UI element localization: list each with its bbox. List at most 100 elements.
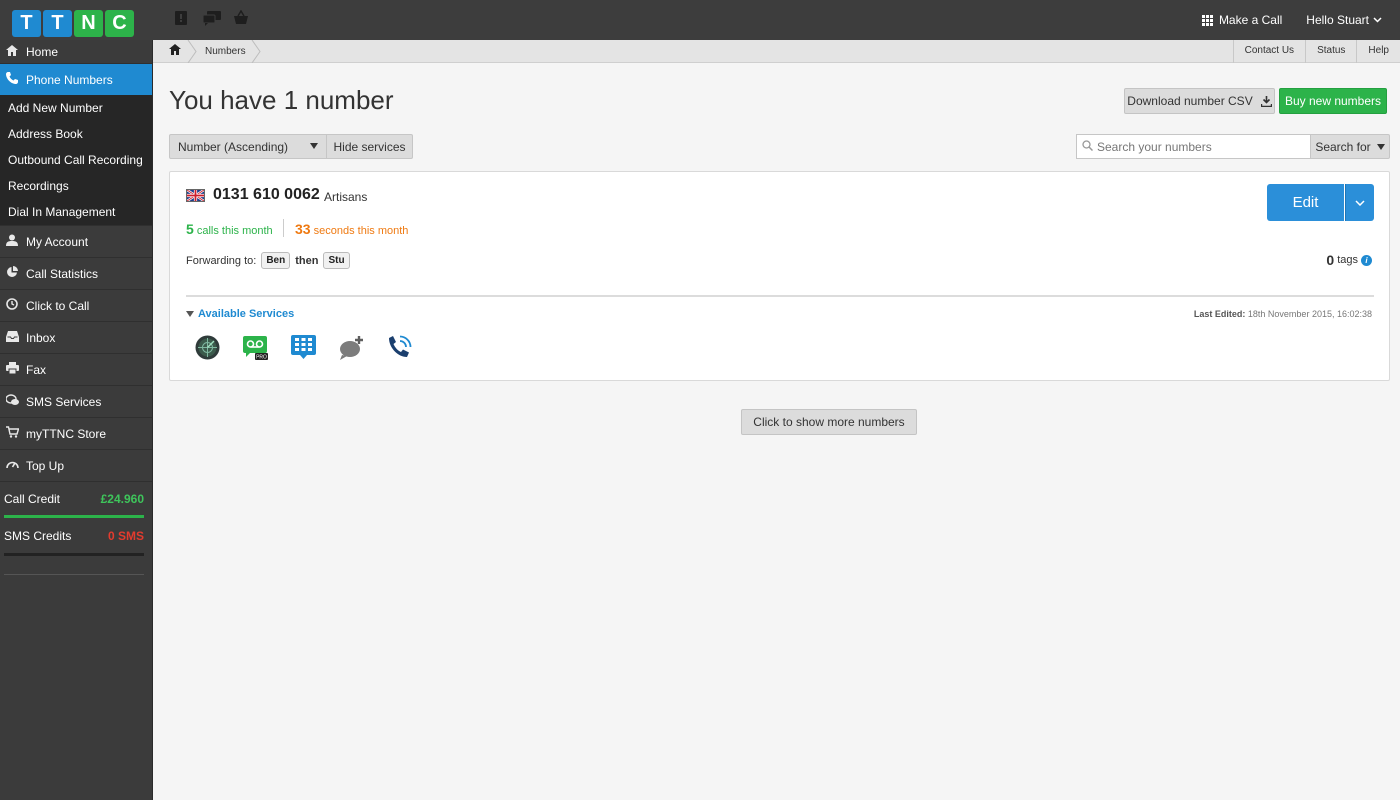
sidebar-item-click-to-call[interactable]: Click to Call — [0, 289, 152, 321]
download-csv-button[interactable]: Download number CSV — [1124, 88, 1275, 114]
sidebar-item-top-up[interactable]: Top Up — [0, 449, 152, 481]
sidebar-item-label: Inbox — [26, 330, 56, 345]
tags-label: tags — [1337, 254, 1358, 266]
caret-down-icon — [1376, 143, 1385, 150]
sms-credit-label: SMS Credits — [4, 529, 72, 543]
phone-numbers-submenu: Add New Number Address Book Outbound Cal… — [0, 95, 152, 225]
cart-icon — [4, 426, 20, 441]
sms-credit-value: 0 SMS — [107, 529, 144, 543]
services-list: PRO — [194, 334, 413, 361]
top-bar: T T N C Make a Call Hello Stuart — [0, 0, 1400, 40]
sidebar-item-label: My Account — [26, 234, 89, 249]
make-a-call-label: Make a Call — [1218, 13, 1283, 27]
sidebar-subitem-dial-in-management[interactable]: Dial In Management — [0, 199, 152, 225]
caret-down-icon — [310, 143, 318, 149]
edit-button[interactable]: Edit — [1267, 184, 1344, 221]
chevron-down-icon — [1355, 199, 1365, 206]
chevron-down-icon — [1373, 15, 1382, 26]
sidebar: Home Phone Numbers Add New Number Addres… — [0, 40, 153, 800]
make-a-call-button[interactable]: Make a Call — [1201, 13, 1283, 27]
ttnc-logo[interactable]: T T N C — [12, 10, 134, 37]
user-greeting: Hello Stuart — [1306, 13, 1369, 27]
logo-letter: C — [105, 10, 134, 37]
page-title: You have 1 number — [169, 85, 394, 115]
seconds-this-month: 33 seconds this month — [295, 221, 408, 237]
sidebar-item-label: Click to Call — [26, 298, 90, 313]
sidebar-item-label: Fax — [26, 362, 47, 377]
sort-value: Number (Ascending) — [178, 139, 289, 154]
sidebar-item-call-statistics[interactable]: Call Statistics — [0, 257, 152, 289]
number-name: Artisans — [324, 190, 368, 204]
sort-select[interactable]: Number (Ascending) — [169, 134, 327, 159]
last-edited-value: 18th November 2015, 16:02:38 — [1247, 309, 1372, 319]
card-divider — [186, 295, 1374, 297]
breadcrumb: Numbers Contact Us Status Help — [153, 40, 1400, 63]
calls-label: calls this month — [196, 225, 273, 237]
tags-number: 0 — [1326, 252, 1335, 268]
tags-count[interactable]: 0 tags i — [1326, 252, 1372, 268]
forwarding-info: Forwarding to: Ben then Stu — [186, 252, 350, 269]
search-icon — [1077, 139, 1097, 154]
sidebar-subitem-address-book[interactable]: Address Book — [0, 121, 152, 147]
search-for-dropdown[interactable]: Search for — [1310, 134, 1390, 159]
sidebar-item-sms-services[interactable]: SMS Services — [0, 385, 152, 417]
available-services-label: Available Services — [198, 308, 295, 320]
phone-number[interactable]: 0131 610 0062 — [213, 186, 320, 204]
sms-bubbles-icon — [4, 394, 20, 409]
contact-us-link[interactable]: Contact Us — [1232, 40, 1305, 63]
breadcrumb-separator — [187, 40, 197, 63]
svg-text:PRO: PRO — [256, 355, 267, 361]
call-recording-icon[interactable] — [386, 334, 413, 361]
seconds-label: seconds this month — [313, 225, 409, 237]
forward-target: Ben — [261, 252, 291, 269]
info-icon[interactable]: i — [1361, 254, 1372, 266]
notice-icon[interactable] — [172, 10, 190, 28]
search-for-label: Search for — [1315, 139, 1371, 154]
ivr-keypad-icon[interactable] — [290, 334, 317, 361]
sidebar-item-label: Phone Numbers — [26, 72, 113, 87]
last-edited: Last Edited: 18th November 2015, 16:02:3… — [1194, 309, 1372, 319]
sidebar-item-myttnc-store[interactable]: myTTNC Store — [0, 417, 152, 449]
edit-dropdown-toggle[interactable] — [1345, 184, 1374, 221]
breadcrumb-home[interactable] — [161, 40, 189, 63]
sidebar-subitem-recordings[interactable]: Recordings — [0, 173, 152, 199]
message-add-icon[interactable] — [338, 334, 365, 361]
chat-icon[interactable] — [202, 10, 221, 28]
number-card: 0131 610 0062 Artisans 5 calls this mont… — [169, 171, 1390, 381]
sidebar-item-label: SMS Services — [26, 394, 102, 409]
search-input[interactable] — [1097, 139, 1302, 154]
sidebar-item-fax[interactable]: Fax — [0, 353, 152, 385]
sidebar-item-phone-numbers[interactable]: Phone Numbers — [0, 63, 152, 95]
download-csv-label: Download number CSV — [1127, 94, 1253, 108]
main-content: You have 1 number Download number CSV Bu… — [153, 63, 1400, 800]
sidebar-item-inbox[interactable]: Inbox — [0, 321, 152, 353]
calls-this-month: 5 calls this month — [186, 221, 273, 237]
breadcrumb-separator — [251, 40, 261, 63]
voicemail-pro-icon[interactable]: PRO — [242, 334, 269, 361]
download-icon — [1260, 95, 1272, 107]
status-link[interactable]: Status — [1305, 40, 1356, 63]
call-credit-label: Call Credit — [4, 491, 61, 506]
stat-divider — [283, 219, 284, 237]
hide-services-button[interactable]: Hide services — [327, 134, 413, 159]
globe-radar-icon[interactable] — [194, 334, 221, 361]
sidebar-item-my-account[interactable]: My Account — [0, 225, 152, 257]
buy-new-numbers-button[interactable]: Buy new numbers — [1279, 88, 1387, 114]
sidebar-item-home[interactable]: Home — [0, 40, 152, 63]
forward-target: Stu — [323, 252, 350, 269]
keypad-icon — [1201, 14, 1213, 26]
sidebar-divider — [4, 574, 144, 575]
basket-icon[interactable] — [232, 9, 250, 28]
search-box — [1076, 134, 1311, 159]
user-menu[interactable]: Hello Stuart — [1306, 13, 1382, 27]
help-link[interactable]: Help — [1356, 40, 1400, 63]
sms-credit-row: SMS Credits 0 SMS — [0, 519, 152, 553]
sidebar-item-label: Home — [26, 44, 59, 59]
sidebar-subitem-outbound-call-recording[interactable]: Outbound Call Recording — [0, 147, 152, 173]
breadcrumb-current[interactable]: Numbers — [205, 40, 246, 63]
sidebar-subitem-add-new-number[interactable]: Add New Number — [0, 95, 152, 121]
seconds-count: 33 — [295, 221, 311, 237]
show-more-numbers-button[interactable]: Click to show more numbers — [741, 409, 917, 435]
call-credit-value: £24.960 — [100, 491, 144, 506]
available-services-toggle[interactable]: Available Services — [186, 308, 294, 320]
